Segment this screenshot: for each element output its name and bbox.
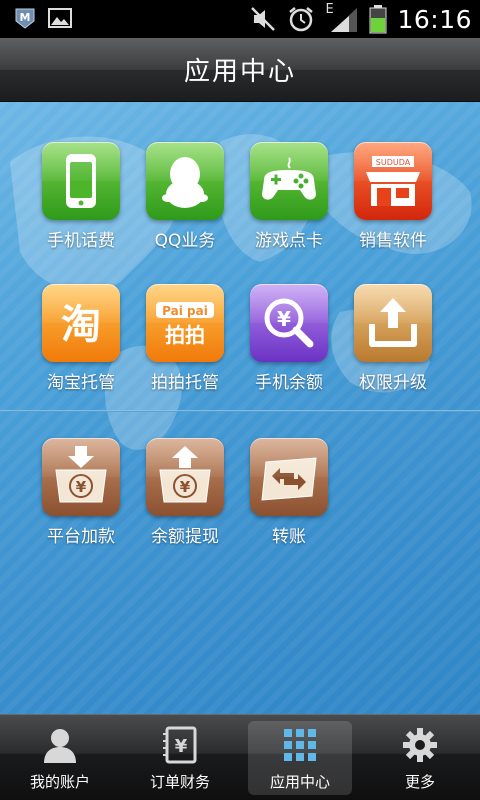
store-icon: SUDUDA (366, 156, 420, 206)
tab-app-center[interactable]: 应用中心 (248, 721, 352, 795)
user-icon (44, 729, 76, 763)
tab-label: 应用中心 (269, 773, 330, 791)
tab-order-finance[interactable]: ¥ 订单财务 (128, 721, 232, 795)
platform-deposit-tile[interactable]: ¥ (42, 438, 120, 516)
tab-more[interactable]: 更多 (368, 721, 472, 795)
app-label: QQ业务 (154, 231, 216, 251)
phone-recharge-tile[interactable] (42, 142, 120, 220)
balance-withdraw-tile[interactable]: ¥ (146, 438, 224, 516)
yuan-glyph: ¥ (277, 307, 291, 331)
page-title: 应用中心 (183, 57, 296, 87)
mute-icon (251, 7, 276, 31)
app-permission-upgrade[interactable]: 权限升级 (341, 284, 445, 393)
app-label: 游戏点卡 (255, 231, 323, 251)
app-label: 权限升级 (359, 373, 427, 393)
sell-software-tile[interactable]: SUDUDA (354, 142, 432, 220)
tab-label: 我的账户 (29, 773, 90, 791)
paipai-icon: Pai pai 拍拍 (156, 302, 214, 347)
ledger-yuan-glyph: ¥ (175, 736, 188, 757)
app-balance-withdraw[interactable]: ¥ 余额提现 (133, 438, 237, 547)
phone-icon (66, 154, 96, 208)
grid-icon (284, 729, 316, 761)
app-label: 拍拍托管 (151, 373, 219, 393)
battery-icon (369, 5, 387, 34)
app-taobao-hosting[interactable]: 淘 淘宝托管 (29, 284, 133, 393)
title-bar: 应用中心 (0, 38, 480, 102)
app-platform-deposit[interactable]: ¥ 平台加款 (29, 438, 133, 547)
image-icon (48, 8, 72, 28)
app-label: 销售软件 (359, 231, 427, 251)
transfer-tile[interactable] (250, 438, 328, 516)
paipai-glyph: 拍拍 (165, 323, 205, 347)
gear-icon (403, 728, 437, 762)
alarm-icon (289, 7, 314, 32)
status-time: 16:16 (397, 4, 472, 34)
withdraw-yuan-glyph: ¥ (180, 478, 191, 496)
app-m-icon: M (15, 8, 35, 29)
app-game-card[interactable]: 游戏点卡 (237, 142, 341, 251)
bottom-tab-bar: 我的账户 ¥ 订单财务 应用中心 更多 (0, 714, 480, 800)
tab-my-account[interactable]: 我的账户 (8, 721, 112, 795)
status-bar: M E 16:16 (0, 0, 480, 38)
app-label: 转账 (272, 527, 306, 547)
app-phone-recharge[interactable]: 手机话费 (29, 142, 133, 251)
app-label: 平台加款 (47, 527, 115, 547)
app-paipai-hosting[interactable]: Pai pai 拍拍 拍拍托管 (133, 284, 237, 393)
app-sell-software[interactable]: SUDUDA 销售软件 (341, 142, 445, 251)
upload-icon (369, 298, 417, 347)
app-grid-area: 手机话费 QQ业务 游戏点卡 SUDUDA 销售软件 淘 淘宝托管 Pai pa… (0, 102, 480, 714)
app-label: 手机话费 (47, 231, 115, 251)
taobao-glyph: 淘 (61, 302, 101, 348)
ledger-icon: ¥ (163, 726, 197, 764)
app-label: 淘宝托管 (47, 373, 115, 393)
app-label: 余额提现 (151, 527, 219, 547)
penguin-icon (162, 157, 208, 208)
taobao-hosting-tile[interactable]: 淘 (42, 284, 120, 362)
store-badge-text: SUDUDA (376, 158, 411, 167)
game-card-tile[interactable] (250, 142, 328, 220)
permission-upgrade-tile[interactable] (354, 284, 432, 362)
qq-service-tile[interactable] (146, 142, 224, 220)
withdraw-icon: ¥ (159, 446, 211, 503)
app-qq-service[interactable]: QQ业务 (133, 142, 237, 251)
svg-text:M: M (20, 11, 31, 24)
yuan-search-icon: ¥ (264, 298, 314, 348)
app-phone-balance[interactable]: ¥ 手机余额 (237, 284, 341, 393)
app-label: 手机余额 (255, 373, 323, 393)
signal-icon (331, 8, 358, 32)
phone-balance-tile[interactable]: ¥ (250, 284, 328, 362)
tab-label: 更多 (404, 773, 435, 791)
deposit-icon: ¥ (55, 446, 107, 503)
tab-label: 订单财务 (149, 773, 210, 791)
transfer-icon (261, 457, 317, 501)
app-transfer[interactable]: 转账 (237, 438, 341, 547)
section-divider (0, 410, 480, 412)
deposit-yuan-glyph: ¥ (76, 478, 87, 496)
paipai-hosting-tile[interactable]: Pai pai 拍拍 (146, 284, 224, 362)
paipai-badge-text: Pai pai (162, 304, 208, 318)
gamepad-icon (262, 157, 316, 200)
taobao-icon: 淘 (61, 302, 101, 348)
